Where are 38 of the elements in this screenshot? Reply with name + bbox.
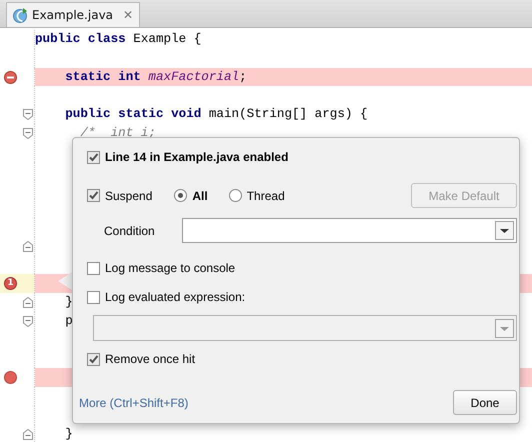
radio-label: All (192, 188, 208, 202)
condition-field[interactable] (182, 218, 517, 243)
file-tab[interactable]: Example.java ✕ (6, 2, 140, 27)
class-file-icon (13, 8, 28, 22)
fold-icon[interactable] (23, 240, 33, 252)
fold-icon[interactable] (23, 316, 33, 327)
code-line: static int maxFactorial; (64, 70, 247, 84)
breakpoint-icon[interactable] (4, 371, 17, 384)
suspend-label: Suspend (105, 188, 152, 202)
code-line: public static void main(String[] args) { (64, 107, 368, 122)
code-line: } (64, 295, 73, 310)
fold-icon[interactable] (23, 109, 33, 120)
close-icon[interactable]: ✕ (123, 8, 134, 22)
log-message-label: Log message to console (105, 261, 236, 275)
done-button[interactable]: Done (453, 390, 517, 415)
radio-button[interactable] (174, 189, 188, 202)
checkbox[interactable] (87, 262, 100, 274)
checkbox[interactable] (87, 189, 100, 202)
radio-label: Thread (246, 188, 285, 202)
fold-icon[interactable] (23, 428, 33, 440)
log-expression-label: Log evaluated expression: (105, 290, 246, 304)
dropdown-icon[interactable] (495, 221, 514, 240)
code-line: p (64, 314, 73, 328)
fold-icon[interactable] (23, 297, 33, 308)
code-line: /* int i; (79, 126, 156, 140)
fold-icon[interactable] (23, 128, 33, 139)
code-line: public class Example { (35, 32, 202, 46)
checkbox[interactable] (87, 290, 100, 304)
code-line: } (64, 426, 73, 441)
more-link[interactable]: More (Ctrl+Shift+F8) (79, 396, 188, 410)
remove-once-hit-label: Remove once hit (105, 352, 196, 366)
popup-title: Line 14 in Example.java enabled (105, 150, 288, 164)
checkbox[interactable] (87, 150, 100, 164)
breakpoint-badge[interactable]: 1 (4, 276, 17, 290)
condition-label: Condition (103, 224, 156, 238)
radio-button[interactable] (228, 189, 242, 202)
breakpoint-minus-icon[interactable] (4, 70, 17, 84)
checkbox[interactable] (87, 352, 100, 366)
